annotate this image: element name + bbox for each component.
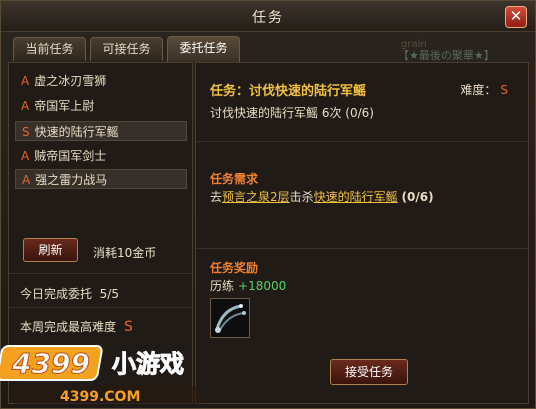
tab-current-quests[interactable]: 当前任务 (13, 37, 86, 61)
logo-number: 4399 (11, 347, 90, 380)
quest-item[interactable]: A 虚之冰刃雪狮 (15, 71, 187, 91)
logo-text: 小游戏 (112, 350, 184, 378)
today-value: 5/5 (99, 287, 119, 301)
guild-watermark: 【★最後の聚華★】 (398, 49, 495, 62)
quest-name: 帝国军上尉 (34, 99, 95, 113)
refresh-button[interactable]: 刷新 (23, 238, 78, 262)
requirement-middle: 击杀 (289, 190, 314, 204)
week-value: S (124, 319, 133, 335)
week-label: 本周完成最高难度 (20, 320, 117, 334)
quest-item-selected[interactable]: S 快速的陆行军鳐 (15, 121, 187, 141)
reward-item-slot[interactable] (210, 298, 250, 338)
requirement-text: 去预言之泉2层击杀快速的陆行军鳐 (0/6) (210, 188, 434, 205)
requirement-heading: 任务需求 (210, 172, 259, 186)
grade-badge: A (21, 99, 30, 113)
quest-name: 快速的陆行军鳐 (34, 125, 119, 139)
requirement-prefix: 去 (210, 190, 223, 204)
logo-url: 4399.COM (60, 389, 140, 405)
target-link[interactable]: 快速的陆行军鳐 (314, 190, 398, 204)
location-link[interactable]: 预言之泉2层 (222, 190, 290, 204)
quest-header-section: 任务：讨伐快速的陆行军鳐 难度： S 讨伐快速的陆行军鳐 6次 (0/6) (196, 63, 528, 142)
difficulty: 难度： S (460, 81, 508, 98)
difficulty-value: S (500, 83, 508, 97)
requirement-progress: (0/6) (401, 190, 434, 204)
quest-name: 强之雷力战马 (35, 173, 108, 187)
quest-item[interactable]: A 强之雷力战马 (15, 169, 187, 189)
tab-available-quests[interactable]: 可接任务 (90, 37, 163, 61)
accept-quest-button[interactable]: 接受任务 (330, 359, 408, 385)
quest-item[interactable]: A 贼帝国军剑士 (15, 146, 187, 166)
today-label: 今日完成委托 (20, 287, 93, 301)
quest-detail-panel: 任务：讨伐快速的陆行军鳐 难度： S 讨伐快速的陆行军鳐 6次 (0/6) 任务需… (195, 62, 529, 404)
quest-item[interactable]: A 帝国军上尉 (15, 96, 187, 116)
quest-title: 任务：讨伐快速的陆行军鳐 (210, 84, 367, 99)
exp-label: 历练 (210, 279, 235, 293)
chain-whip-icon (211, 299, 249, 337)
reward-exp: 历练 +18000 (210, 277, 286, 294)
quest-summary: 讨伐快速的陆行军鳐 6次 (0/6) (210, 106, 374, 120)
grade-badge: A (22, 173, 31, 187)
requirement-section: 任务需求 去预言之泉2层击杀快速的陆行军鳐 (0/6) (196, 141, 528, 249)
refresh-cost: 消耗10金币 (93, 246, 157, 260)
divider (9, 273, 192, 274)
quest-name: 贼帝国军剑士 (34, 149, 107, 163)
grade-badge: S (22, 125, 30, 139)
today-completed: 今日完成委托 5/5 (20, 285, 119, 302)
reward-heading: 任务奖励 (210, 261, 259, 275)
4399-logo: 4399 小游戏 4399.COM (0, 345, 202, 405)
grade-badge: A (21, 149, 30, 163)
exp-value: +18000 (238, 279, 287, 293)
grade-badge: A (21, 74, 30, 88)
quest-name: 虚之冰刃雪狮 (34, 74, 107, 88)
week-best-grade: 本周完成最高难度 S (20, 318, 133, 335)
close-button[interactable]: ✕ (505, 6, 527, 28)
tab-commission-quests[interactable]: 委托任务 (167, 36, 240, 62)
title-bar: 任务 ✕ (1, 1, 535, 32)
difficulty-label: 难度： (460, 83, 497, 97)
window-title: 任务 (252, 10, 284, 26)
divider (9, 307, 192, 308)
